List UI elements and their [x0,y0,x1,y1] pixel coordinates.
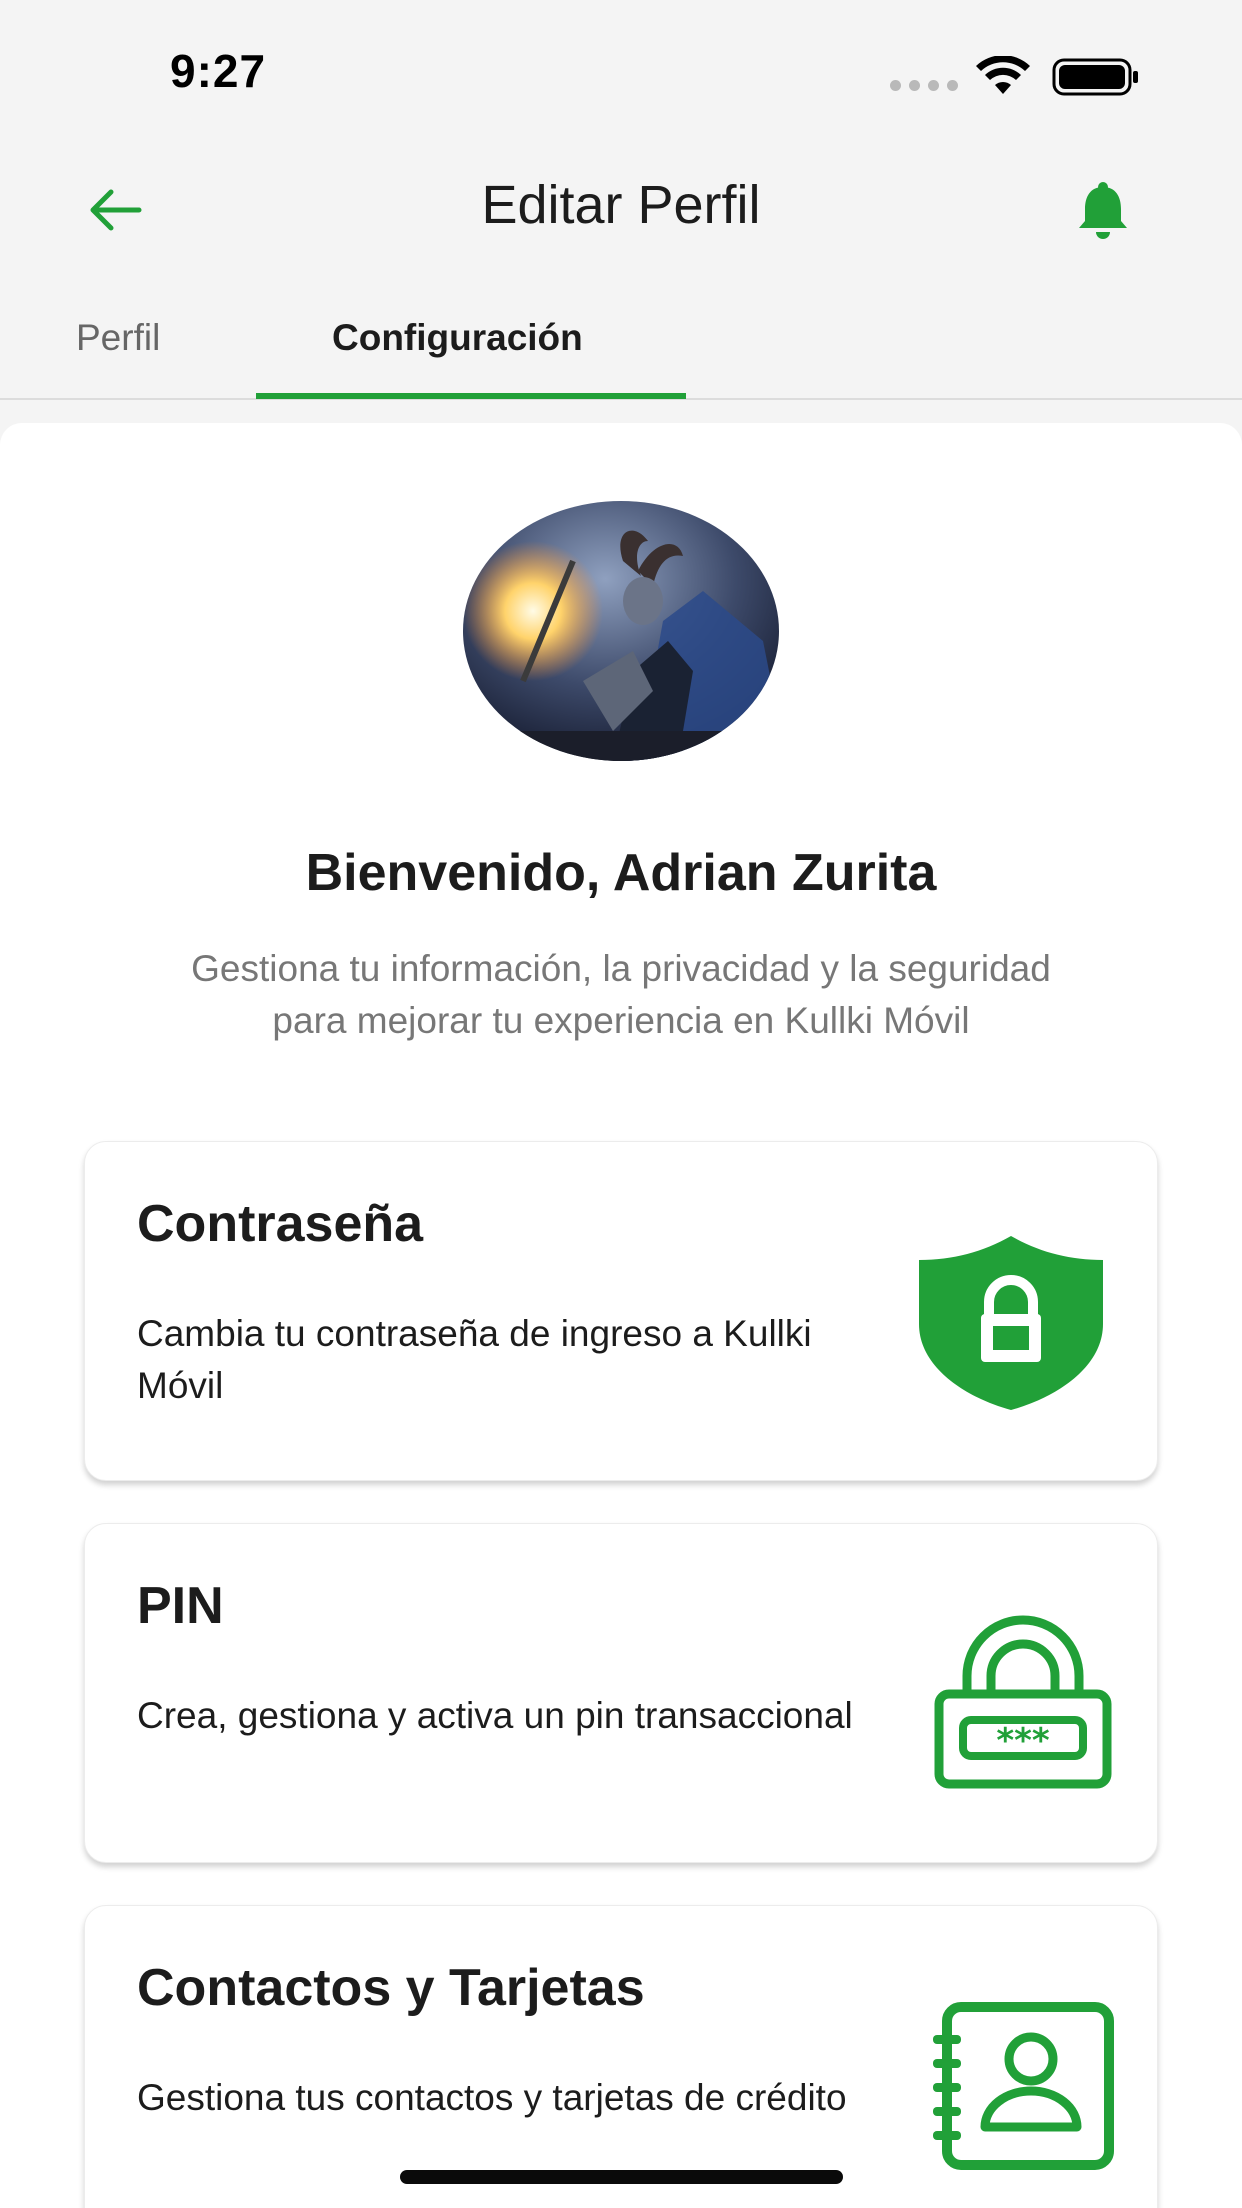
card-description: Gestiona tus contactos y tarjetas de cré… [137,2077,847,2118]
contacts-cards-card[interactable]: Contactos y Tarjetas Gestiona tus contac… [84,1905,1158,2208]
status-time: 9:27 [170,45,267,97]
intro-line-2: para mejorar tu experiencia en Kullki Mó… [272,1000,970,1041]
wifi-icon [976,56,1030,94]
tab-perfil[interactable]: Perfil [76,275,160,400]
avatar[interactable] [463,501,779,761]
intro-text: Gestiona tu información, la privacidad y… [80,943,1162,1047]
shield-lock-icon [919,1236,1103,1410]
app-header: Editar Perfil [0,150,1242,275]
avatar-image [463,501,779,761]
settings-panel: Bienvenido, Adrian Zurita Gestiona tu in… [0,423,1242,2208]
tab-configuracion[interactable]: Configuración [256,275,686,400]
welcome-heading: Bienvenido, Adrian Zurita [305,844,937,902]
status-bar: 9:27 [0,0,1242,150]
card-title: PIN [137,1577,224,1635]
card-title: Contraseña [137,1195,424,1253]
card-description: Crea, gestiona y activa un pin transacci… [137,1695,853,1736]
bell-icon [1079,182,1127,239]
contact-book-icon [933,2002,1114,2170]
notification-button[interactable] [1070,176,1136,246]
password-card[interactable]: Contraseña Cambia tu contraseña de ingre… [84,1141,1158,1481]
battery-icon [1052,58,1138,96]
page-title: Editar Perfil [481,175,761,235]
intro-line-1: Gestiona tu información, la privacidad y… [191,948,1051,989]
pin-card[interactable]: PIN Crea, gestiona y activa un pin trans… [84,1523,1158,1863]
card-title: Contactos y Tarjetas [137,1959,645,2017]
tab-bar: Perfil Configuración [0,275,1242,400]
signal-icon [890,80,958,91]
padlock-pin-icon: *** [934,1615,1112,1789]
card-description: Cambia tu contraseña de ingreso a Kullki… [137,1313,812,1406]
svg-text:***: *** [996,1721,1050,1761]
tab-selected-indicator [256,393,686,399]
home-indicator[interactable] [400,2170,843,2184]
